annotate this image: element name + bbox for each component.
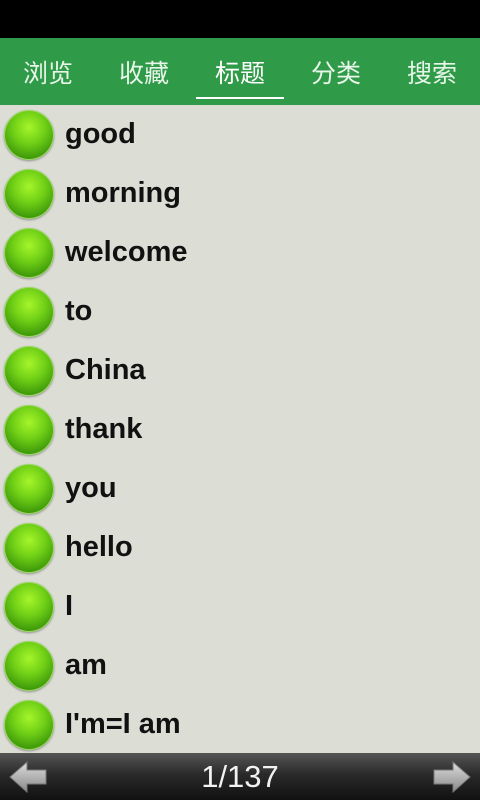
green-ball-icon: [4, 168, 54, 219]
list-item-label: morning: [65, 177, 181, 209]
list-item[interactable]: I'm=I am: [0, 695, 480, 753]
green-ball-icon: [4, 404, 54, 455]
green-ball-icon: [4, 640, 54, 691]
list-item[interactable]: morning: [0, 164, 480, 223]
list-item-label: I: [65, 590, 74, 622]
previous-page-button[interactable]: [0, 753, 56, 800]
list-item[interactable]: to: [0, 282, 480, 341]
list-item-label: I'm=I am: [65, 708, 181, 740]
tab-titles[interactable]: 标题: [192, 38, 288, 105]
list-item[interactable]: I: [0, 577, 480, 636]
list-item[interactable]: good: [0, 105, 480, 164]
list-item-label: you: [65, 472, 117, 504]
list-item-label: good: [65, 118, 136, 150]
list-item-label: hello: [65, 531, 133, 563]
list-item[interactable]: am: [0, 636, 480, 695]
list-item-label: China: [65, 354, 146, 386]
green-ball-icon: [4, 522, 54, 573]
green-ball-icon: [4, 345, 54, 396]
list-item[interactable]: thank: [0, 400, 480, 459]
tab-bar: 浏览 收藏 标题 分类 搜索: [0, 38, 480, 105]
green-ball-icon: [4, 109, 54, 160]
word-list: good morning welcome to China thank you …: [0, 105, 480, 753]
list-item[interactable]: China: [0, 341, 480, 400]
list-item-label: thank: [65, 413, 143, 445]
list-item-label: am: [65, 649, 107, 681]
left-arrow-icon: [9, 760, 47, 793]
status-bar: [0, 0, 480, 38]
next-page-button[interactable]: [424, 753, 480, 800]
list-item[interactable]: hello: [0, 518, 480, 577]
list-item[interactable]: you: [0, 459, 480, 518]
green-ball-icon: [4, 227, 54, 278]
page-indicator: 1/137: [201, 758, 279, 794]
pager-bar: 1/137: [0, 753, 480, 800]
tab-categories[interactable]: 分类: [288, 38, 384, 105]
green-ball-icon: [4, 463, 54, 514]
right-arrow-icon: [433, 760, 471, 793]
list-item[interactable]: welcome: [0, 223, 480, 282]
green-ball-icon: [4, 286, 54, 337]
tab-search[interactable]: 搜索: [384, 38, 480, 105]
list-item-label: welcome: [65, 236, 188, 268]
green-ball-icon: [4, 699, 54, 750]
list-item-label: to: [65, 295, 93, 327]
green-ball-icon: [4, 581, 54, 632]
tab-browse[interactable]: 浏览: [0, 38, 96, 105]
tab-favorites[interactable]: 收藏: [96, 38, 192, 105]
